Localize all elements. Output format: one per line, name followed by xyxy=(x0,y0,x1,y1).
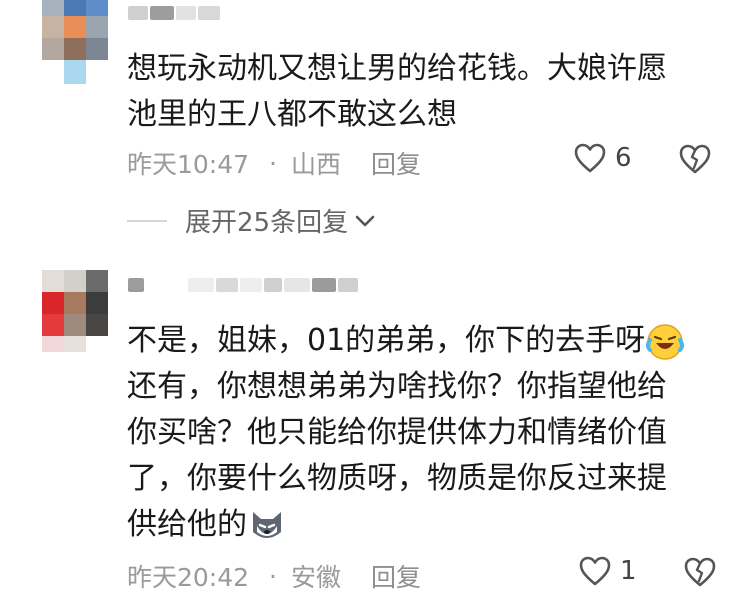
dislike-button[interactable] xyxy=(678,143,712,179)
comment-time: 昨天10:47 xyxy=(127,150,250,179)
heart-outline-icon xyxy=(574,143,606,173)
comment-text: 想玩永动机又想让男的给花钱。大娘许愿 池里的王八都不敢这么想 xyxy=(127,51,667,132)
comment-text-rest: 还有，你想想弟弟为啥找你？你指望他给 你买啥？他只能给你提供体力和情绪价值 了，… xyxy=(127,369,667,542)
comment-item: 不是，姐妹，01的弟弟，你下的去手呀 还有，你想想弟弟为啥找你？你指望他给 你买… xyxy=(0,262,750,592)
comment-location: 山西 xyxy=(291,150,342,179)
husky-dog-emoji xyxy=(253,511,281,538)
username-blurred[interactable] xyxy=(128,6,220,20)
meta-separator: · xyxy=(269,148,277,178)
dislike-button[interactable] xyxy=(683,556,717,592)
expand-divider xyxy=(127,219,167,222)
broken-heart-icon xyxy=(679,144,711,174)
like-button[interactable]: 1 xyxy=(578,555,637,587)
heart-outline-icon xyxy=(579,556,611,586)
like-count: 6 xyxy=(615,143,632,173)
comment-text: 不是，姐妹，01的弟弟，你下的去手呀 还有，你想想弟弟为啥找你？你指望他给 你买… xyxy=(127,318,727,548)
comment-text-line1: 不是，姐妹，01的弟弟，你下的去手呀 xyxy=(127,323,646,358)
avatar[interactable] xyxy=(42,0,108,84)
username-blurred[interactable] xyxy=(128,278,358,292)
chevron-down-icon xyxy=(355,215,375,226)
comment-item: 想玩永动机又想让男的给花钱。大娘许愿 池里的王八都不敢这么想 昨天10:47 ·… xyxy=(0,0,750,255)
expand-label: 展开25条回复 xyxy=(185,208,349,238)
meta-separator: · xyxy=(269,561,277,591)
laughing-crying-emoji xyxy=(646,323,685,360)
like-button[interactable]: 6 xyxy=(573,142,632,174)
reply-button[interactable]: 回复 xyxy=(371,145,421,181)
comment-meta: 昨天10:47 · 山西 回复 xyxy=(127,145,421,181)
like-count: 1 xyxy=(620,556,637,586)
expand-replies-button[interactable]: 展开25条回复 xyxy=(127,202,376,239)
avatar[interactable] xyxy=(42,270,108,352)
broken-heart-icon xyxy=(684,557,716,587)
